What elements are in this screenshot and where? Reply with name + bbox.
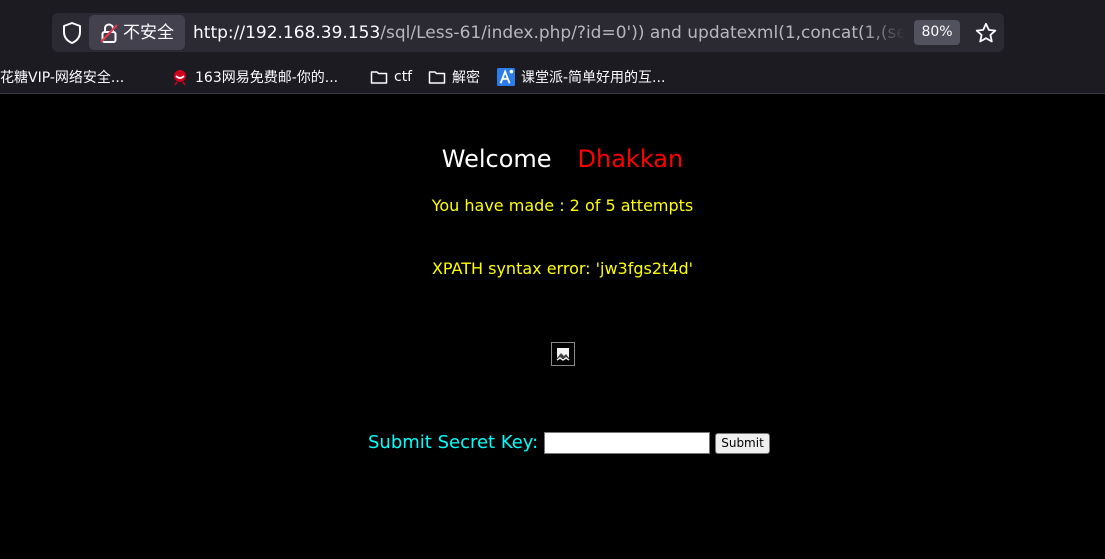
- zoom-level-button[interactable]: 80%: [914, 20, 960, 45]
- welcome-heading: Welcome Dhakkan: [0, 144, 1105, 174]
- attempts-message: You have made : 2 of 5 attempts: [431, 196, 694, 215]
- url-path: /sql/Less-61/index.php/?id=0')) and upda…: [380, 23, 905, 43]
- insecure-lock-icon: [100, 23, 118, 43]
- insecure-label: 不安全: [123, 23, 174, 43]
- secret-key-input[interactable]: [544, 432, 711, 454]
- user-name: Dhakkan: [577, 145, 684, 173]
- error-message: XPATH syntax error: 'jw3fgs2t4d': [431, 259, 694, 278]
- welcome-text: Welcome: [441, 145, 552, 173]
- bookmark-item[interactable]: 课堂派-简单好用的互...: [497, 60, 665, 93]
- broken-image-icon: [551, 342, 575, 366]
- bookmark-star-icon[interactable]: [974, 21, 998, 45]
- secret-key-form: Submit Secret Key: Submit: [368, 430, 770, 456]
- tracking-protection-shield-icon[interactable]: [61, 21, 83, 45]
- bookmark-item[interactable]: 棉花糖VIP-网络安全...: [0, 60, 124, 93]
- bookmark-item[interactable]: 163网易免费邮-你的...: [171, 60, 338, 93]
- secret-key-label: Submit Secret Key:: [368, 432, 539, 453]
- 163-mail-icon: [174, 69, 186, 85]
- folder-icon: [370, 70, 388, 84]
- bookmark-label: 解密: [452, 69, 480, 86]
- bookmark-label: 棉花糖VIP-网络安全...: [0, 69, 125, 86]
- page-content: Welcome Dhakkan You have made : 2 of 5 at…: [0, 94, 1105, 559]
- submit-button[interactable]: Submit: [715, 432, 770, 454]
- bookmark-label: 163网易免费邮-你的...: [195, 69, 339, 86]
- url-text[interactable]: http://192.168.39.153/sql/Less-61/index.…: [193, 21, 905, 45]
- bookmark-folder[interactable]: ctf: [370, 60, 412, 93]
- address-bar[interactable]: 不安全 http://192.168.39.153/sql/Less-61/in…: [52, 13, 1004, 52]
- browser-toolbar: 不安全 http://192.168.39.153/sql/Less-61/in…: [0, 0, 1105, 60]
- bookmark-folder[interactable]: 解密: [428, 60, 480, 93]
- bookmark-label: ctf: [394, 68, 413, 85]
- connection-insecure-indicator[interactable]: 不安全: [89, 15, 185, 50]
- url-host: http://192.168.39.153: [193, 23, 381, 43]
- folder-icon: [428, 70, 446, 84]
- ketangpai-icon: [497, 67, 515, 86]
- bookmarks-toolbar: 棉花糖VIP-网络安全... 163网易免费邮-你的... ctf 解密 课堂派…: [0, 60, 1105, 94]
- bookmark-label: 课堂派-简单好用的互...: [521, 69, 666, 86]
